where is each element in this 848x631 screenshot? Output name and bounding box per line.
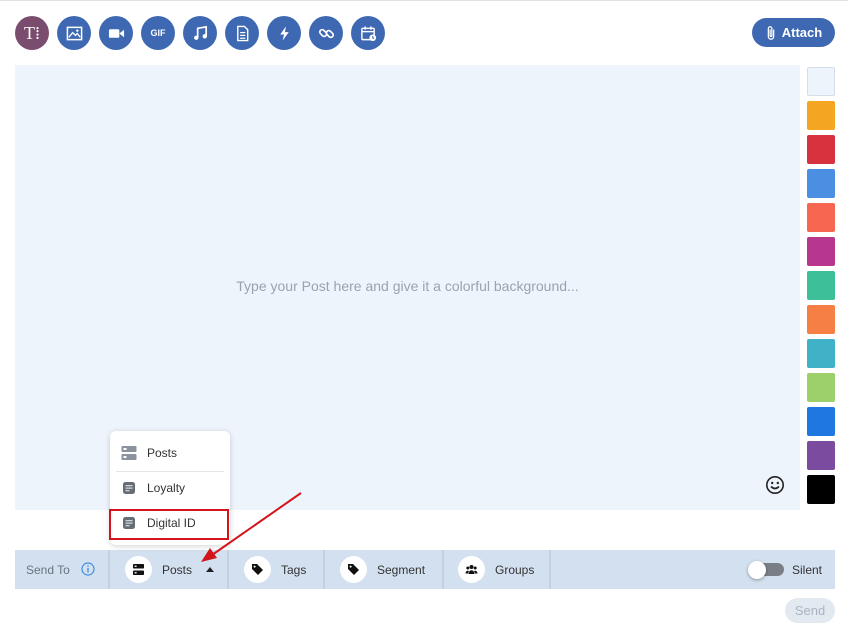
divider — [108, 550, 110, 589]
segment-tab[interactable]: Segment — [340, 550, 425, 589]
top-divider — [0, 0, 848, 1]
send-button[interactable]: Send — [785, 598, 835, 623]
send-to-bar: Send To Posts Tags Segment Groups — [15, 550, 835, 589]
text-format-icon: T⁞ — [24, 22, 40, 43]
color-swatch[interactable] — [807, 67, 835, 96]
tags-tab[interactable]: Tags — [244, 550, 306, 589]
segment-icon-wrap — [340, 556, 367, 583]
color-swatch[interactable] — [807, 237, 835, 266]
posts-selector-label: Posts — [162, 562, 193, 577]
music-button[interactable] — [183, 16, 217, 50]
color-swatch[interactable] — [807, 373, 835, 402]
color-swatch[interactable] — [807, 305, 835, 334]
calendar-schedule-icon — [360, 25, 376, 41]
schedule-button[interactable] — [351, 16, 385, 50]
emoji-icon[interactable] — [765, 475, 785, 495]
color-swatch[interactable] — [807, 203, 835, 232]
tags-label: Tags — [281, 562, 307, 577]
dropdown-item-label: Loyalty — [147, 481, 186, 495]
media-toolbar: T⁞ GIF — [15, 16, 385, 50]
video-icon — [108, 28, 124, 38]
divider — [549, 550, 551, 589]
divider — [323, 550, 325, 589]
silent-toggle[interactable] — [748, 561, 784, 579]
divider — [227, 550, 229, 589]
groups-label: Groups — [495, 562, 535, 577]
users-icon — [465, 565, 478, 574]
document-button[interactable] — [225, 16, 259, 50]
attach-button[interactable]: Attach — [752, 18, 835, 47]
music-icon — [193, 25, 207, 40]
dropdown-item-posts[interactable]: Posts — [110, 436, 230, 470]
video-button[interactable] — [99, 16, 133, 50]
flash-button[interactable] — [267, 16, 301, 50]
posts-selector[interactable]: Posts — [125, 550, 215, 589]
silent-label: Silent — [792, 563, 823, 577]
dropdown-item-label: Posts — [147, 446, 178, 460]
caret-up-icon — [206, 567, 215, 572]
tags-icon-wrap — [244, 556, 271, 583]
posts-icon-wrap — [125, 556, 152, 583]
image-button[interactable] — [57, 16, 91, 50]
link-button[interactable] — [309, 16, 343, 50]
image-icon — [66, 26, 82, 40]
color-swatch[interactable] — [807, 407, 835, 436]
color-swatch[interactable] — [807, 339, 835, 368]
color-swatch[interactable] — [807, 169, 835, 198]
attach-label: Attach — [781, 25, 823, 40]
groups-tab[interactable]: Groups — [458, 550, 534, 589]
toggle-knob — [748, 561, 766, 579]
info-icon[interactable] — [81, 562, 95, 576]
text-format-button[interactable]: T⁞ — [15, 16, 49, 50]
send-label: Send — [794, 603, 826, 618]
editor-placeholder: Type your Post here and give it a colorf… — [236, 278, 579, 294]
gif-button[interactable]: GIF — [141, 16, 175, 50]
dropdown-item-loyalty[interactable]: Loyalty — [110, 471, 230, 505]
color-swatch[interactable] — [807, 135, 835, 164]
gif-icon: GIF — [150, 28, 166, 38]
tag-icon — [252, 564, 263, 575]
segment-label: Segment — [377, 562, 426, 577]
document-icon — [236, 25, 248, 41]
color-swatch[interactable] — [807, 441, 835, 470]
color-swatch[interactable] — [807, 101, 835, 130]
server-icon — [133, 564, 144, 575]
color-swatch[interactable] — [807, 271, 835, 300]
tag-icon — [348, 564, 359, 575]
lightning-icon — [279, 25, 289, 41]
card-icon — [123, 482, 135, 494]
groups-icon-wrap — [458, 556, 485, 583]
server-icon — [121, 446, 137, 460]
divider — [442, 550, 444, 589]
background-color-palette — [807, 67, 835, 504]
highlight-box — [109, 509, 229, 540]
color-swatch[interactable] — [807, 475, 835, 504]
send-to-label: Send To — [26, 563, 70, 577]
link-icon — [318, 28, 334, 38]
paperclip-icon — [767, 25, 775, 40]
